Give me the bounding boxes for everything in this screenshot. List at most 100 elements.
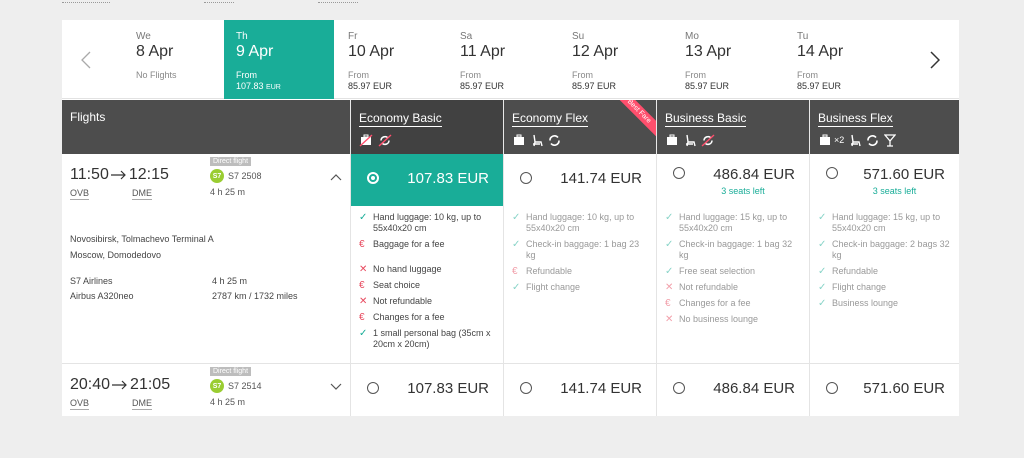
fare-option-economy-basic[interactable]: 107.83 EUR: [351, 364, 503, 416]
dotted-underline: [62, 2, 110, 3]
baggage-icon: [667, 134, 677, 145]
fare-features: ✓ Hand luggage: 10 kg, up to 55x40x20 cm …: [512, 212, 650, 298]
feature-text: No hand luggage: [373, 264, 442, 274]
feature-item: ✓ Hand luggage: 10 kg, up to 55x40x20 cm: [359, 212, 497, 234]
fare-cell-economy-basic: 107.83 EUR ✓ Hand luggage: 10 kg, up to 5…: [350, 154, 503, 363]
no-refund-icon: [701, 133, 715, 147]
date-dow: We: [136, 31, 151, 42]
arrival-airport-code[interactable]: DME: [132, 398, 152, 410]
fare-radio[interactable]: [673, 167, 685, 179]
date-cell-14-apr[interactable]: Tu 14 Apr From 85.97 EUR: [785, 20, 895, 99]
fare-header-business-flex[interactable]: Business Flex ×2: [809, 100, 959, 154]
date-price: 107.83 EUR: [236, 81, 334, 91]
feature-text: Seat choice: [373, 280, 421, 290]
fare-option-business-basic[interactable]: 486.84 EUR 3 seats left: [657, 154, 809, 206]
feature-text: Baggage for a fee: [373, 239, 445, 249]
fare-cell-economy-basic: 107.83 EUR: [350, 364, 503, 416]
fare-option-economy-flex[interactable]: 141.74 EUR: [504, 154, 656, 206]
date-cell-9-apr[interactable]: Th 9 Apr From 107.83 EUR: [224, 20, 334, 99]
departure-time: 20:40: [70, 376, 111, 393]
flight-info: 20:40 21:05 OVB DME Direct flight S7 S7 …: [62, 364, 350, 416]
fare-price: 141.74 EUR: [560, 170, 642, 187]
seat-icon: [686, 134, 696, 146]
fare-name: Business Basic: [665, 111, 747, 127]
feature-item: ✓ Free seat selection: [665, 266, 803, 277]
date-day: 10 Apr: [348, 43, 395, 60]
feature-text: Check-in baggage: 2 bags 32 kg: [832, 239, 950, 260]
arrow-right-icon: [112, 380, 127, 390]
fare-header-economy-basic[interactable]: Economy Basic: [350, 100, 503, 154]
date-cell-12-apr[interactable]: Su 12 Apr From 85.97 EUR: [560, 20, 670, 99]
flight-distance: 2787 km / 1732 miles: [212, 291, 298, 301]
fare-features: ✓ Hand luggage: 10 kg, up to 55x40x20 cm …: [359, 212, 497, 355]
prev-dates-button[interactable]: [66, 20, 106, 99]
refund-icon: [867, 134, 879, 146]
seats-left: 3 seats left: [721, 186, 765, 196]
date-from-label: From: [236, 70, 257, 80]
expand-details-button[interactable]: [330, 378, 342, 396]
date-cell-11-apr[interactable]: Sa 11 Apr From 85.97 EUR: [448, 20, 558, 99]
date-from-label: From: [460, 70, 481, 80]
s7-airline-logo: S7: [210, 169, 224, 183]
arrival-airport-code[interactable]: DME: [132, 188, 152, 200]
feature-text: Refundable: [832, 266, 879, 276]
fare-cell-economy-flex: 141.74 EUR ✓ Hand luggage: 10 kg, up to 5…: [503, 154, 656, 363]
date-cell-10-apr[interactable]: Fr 10 Apr From 85.97 EUR: [336, 20, 446, 99]
fare-radio-selected[interactable]: [367, 172, 379, 184]
fare-option-economy-flex[interactable]: 141.74 EUR: [504, 364, 656, 416]
date-price: 85.97 EUR: [572, 81, 617, 91]
fare-price: 107.83 EUR: [407, 170, 489, 187]
direct-flight-badge: Direct flight: [210, 367, 252, 376]
date-from-label: From: [348, 70, 369, 80]
fare-price: 486.84 EUR: [713, 166, 795, 183]
date-price: 85.97 EUR: [460, 81, 505, 91]
euro-icon: €: [512, 266, 518, 277]
fare-name: Economy Flex: [512, 111, 589, 127]
feature-item: ✕ No business lounge: [665, 314, 803, 325]
feature-text: No business lounge: [679, 314, 759, 324]
fare-option-economy-basic[interactable]: 107.83 EUR: [351, 154, 503, 206]
fare-header-economy-flex[interactable]: Economy Flex Best Fare: [503, 100, 656, 154]
fare-radio[interactable]: [826, 167, 838, 179]
fare-cell-business-flex: 571.60 EUR: [809, 364, 959, 416]
flights-header: Flights: [70, 110, 106, 124]
fare-option-business-basic[interactable]: 486.84 EUR: [657, 364, 809, 416]
chevron-up-icon: [330, 174, 342, 181]
fare-radio[interactable]: [520, 172, 532, 184]
feature-text: Changes for a fee: [679, 298, 751, 308]
fare-radio[interactable]: [673, 382, 685, 394]
departure-airport-code[interactable]: OVB: [70, 188, 90, 200]
feature-text: Flight change: [526, 282, 581, 292]
fares-header: Flights Economy Basic Economy Flex Best …: [62, 100, 959, 154]
date-cell-13-apr[interactable]: Mo 13 Apr From 85.97 EUR: [673, 20, 783, 99]
fare-radio[interactable]: [520, 382, 532, 394]
flight-number: S7 2508: [228, 171, 262, 181]
flight-row-s7-2514: 20:40 21:05 OVB DME Direct flight S7 S7 …: [62, 364, 959, 416]
feature-item: ✓ Check-in baggage: 1 bag 23 kg: [512, 239, 650, 261]
feature-text: Hand luggage: 10 kg, up to 55x40x20 cm: [373, 212, 482, 233]
fare-header-business-basic[interactable]: Business Basic: [656, 100, 809, 154]
direct-flight-badge: Direct flight: [210, 157, 252, 166]
date-dow: Th: [236, 31, 248, 42]
chevron-left-icon: [81, 51, 91, 68]
departure-airport-code[interactable]: OVB: [70, 398, 90, 410]
collapse-details-button[interactable]: [330, 168, 342, 186]
fare-radio[interactable]: [367, 382, 379, 394]
feature-text: Hand luggage: 10 kg, up to 55x40x20 cm: [526, 212, 635, 233]
baggage-icon: [820, 134, 830, 145]
next-dates-button[interactable]: [915, 20, 955, 99]
feature-text: Check-in baggage: 1 bag 32 kg: [679, 239, 793, 260]
fare-option-business-flex[interactable]: 571.60 EUR 3 seats left: [810, 154, 959, 206]
fare-features: ✓ Hand luggage: 15 kg, up to 55x40x20 cm …: [665, 212, 803, 330]
date-price-value: 107.83: [236, 81, 264, 91]
fare-features: ✓ Hand luggage: 15 kg, up to 55x40x20 cm …: [818, 212, 956, 314]
feature-text: Not refundable: [679, 282, 739, 292]
arrival-time: 21:05: [130, 376, 171, 393]
fare-radio[interactable]: [826, 382, 838, 394]
date-cell-8-apr[interactable]: We 8 Apr No Flights: [124, 20, 234, 99]
date-dow: Su: [572, 31, 585, 42]
fare-price: 141.74 EUR: [560, 380, 642, 397]
feature-item: € Refundable: [512, 266, 650, 277]
lounge-cocktail-icon: [884, 133, 897, 147]
fare-option-business-flex[interactable]: 571.60 EUR: [810, 364, 959, 416]
